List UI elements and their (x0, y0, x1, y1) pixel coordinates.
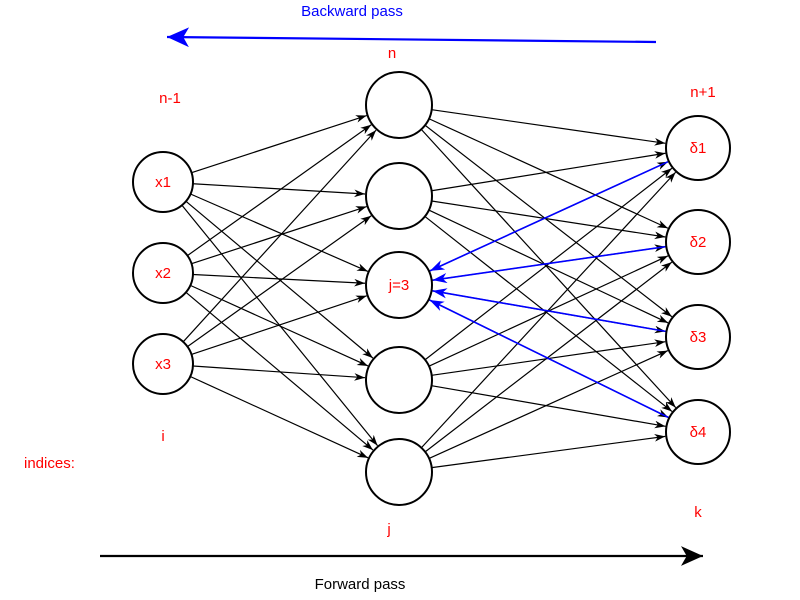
backward-pass-label: Backward pass (301, 3, 403, 20)
forward-connection (192, 365, 366, 381)
forward-connection (431, 109, 666, 146)
forward-connection (431, 151, 666, 192)
neuron-label: x3 (155, 356, 171, 373)
neuron-label: j=3 (388, 277, 409, 294)
forward-connection (190, 193, 369, 272)
backward-connection (432, 288, 667, 333)
forward-connection (191, 114, 367, 174)
backward-pass-arrow (166, 27, 657, 48)
neuron-node[interactable] (365, 438, 433, 506)
backward-edges-group (429, 160, 670, 419)
neuron-label: δ2 (690, 234, 707, 251)
forward-connection (428, 350, 669, 459)
forward-pass-annotation: Forward pass (100, 546, 703, 593)
forward-connection (431, 200, 666, 240)
neuron-label: δ4 (690, 424, 707, 441)
layer-label-n-minus-1: n-1 (159, 90, 181, 107)
indices-caption: indices: (24, 455, 75, 472)
forward-connection (185, 291, 374, 451)
forward-pass-label: Forward pass (315, 576, 406, 593)
forward-connection (191, 205, 367, 265)
neuron-label: x1 (155, 174, 171, 191)
forward-connection (428, 118, 669, 229)
backward-connection (432, 245, 667, 284)
neuron-label: δ1 (690, 140, 707, 157)
layer-label-n: n (388, 45, 396, 62)
forward-connection (424, 261, 673, 453)
index-label-i: i (161, 428, 164, 445)
neuron-label: x2 (155, 265, 171, 282)
neuron-node[interactable] (365, 71, 433, 139)
index-label-j: j (386, 521, 390, 538)
network-svg: x1 x2 x3 j=3 δ1 δ2 δ3 δ4 Backward pass Forward … (24, 3, 731, 593)
forward-connection (190, 375, 369, 459)
neuron-node[interactable] (365, 346, 433, 414)
neuron-label: δ3 (690, 329, 707, 346)
neuron-node[interactable] (365, 162, 433, 230)
forward-connection (424, 124, 673, 318)
forward-connection (424, 215, 673, 413)
backward-pass-annotation: Backward pass (166, 3, 657, 48)
index-label-k: k (694, 504, 702, 521)
forward-connection (192, 183, 366, 198)
neural-network-diagram: x1 x2 x3 j=3 δ1 δ2 δ3 δ4 Backward pass Forward … (0, 0, 800, 600)
forward-connection (185, 200, 374, 359)
forward-connection (182, 129, 377, 343)
forward-connection (428, 209, 669, 324)
forward-connection (420, 128, 677, 409)
layer-label-n-plus-1: n+1 (690, 84, 715, 101)
